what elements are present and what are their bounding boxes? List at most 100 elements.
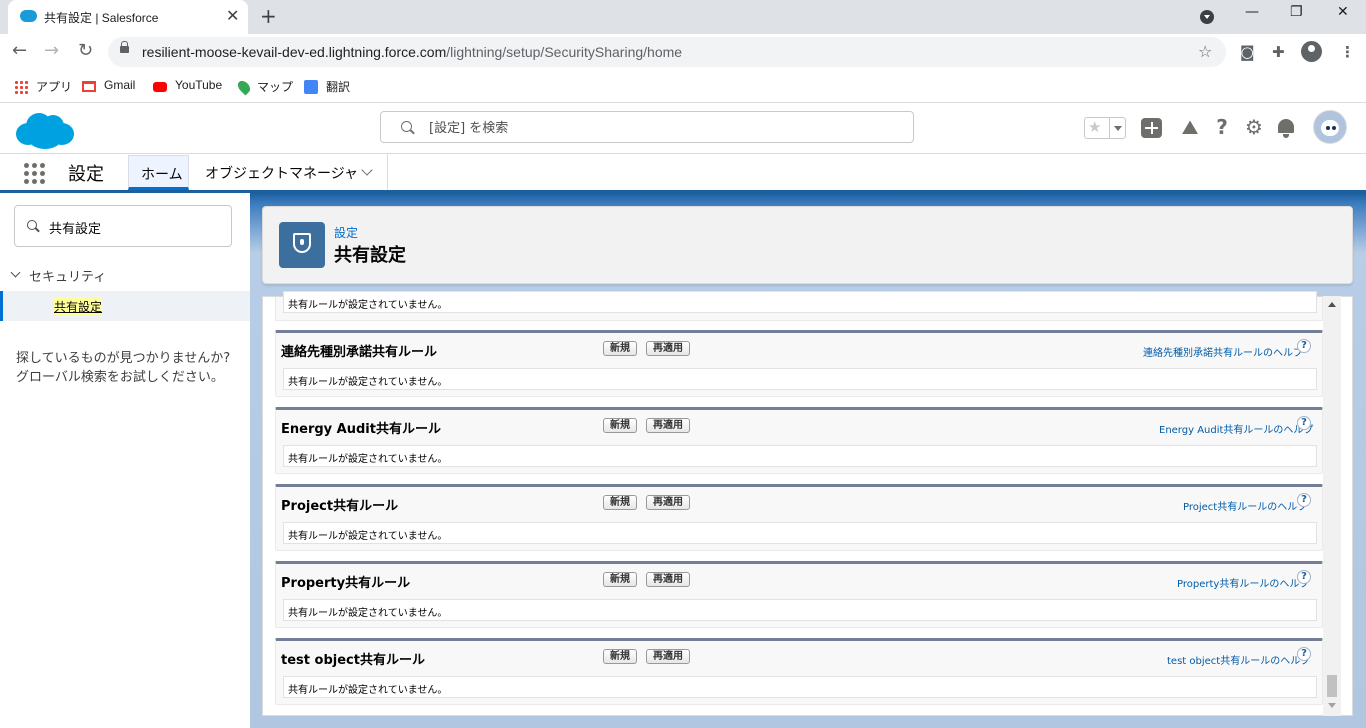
block-title: 連絡先種別承諾共有ルール — [281, 345, 438, 360]
help-question-icon[interactable]: ? — [1297, 416, 1311, 430]
block-title: Project共有ルール — [281, 499, 399, 514]
address-bar[interactable]: resilient-moose-kevail-dev-ed.lightning.… — [108, 37, 1226, 67]
youtube-icon — [153, 82, 167, 92]
extensions-puzzle-icon[interactable]: ✚ — [1272, 43, 1285, 61]
tree-item-label: 共有設定 — [54, 298, 103, 315]
tab-home-label: ホーム — [141, 167, 183, 183]
apps-grid-icon — [14, 80, 28, 94]
sharing-rule-block: 連絡先種別承諾共有ルール 新規 再適用 連絡先種別承諾共有ルールのヘルプ ? 共… — [275, 330, 1323, 397]
back-icon[interactable]: ← — [12, 41, 27, 61]
forward-icon[interactable]: → — [44, 41, 59, 61]
help-question-icon[interactable]: ? — [1297, 647, 1311, 661]
bookmark-star-icon[interactable]: ☆ — [1198, 42, 1212, 61]
favorites-star-icon[interactable]: ★ — [1088, 118, 1101, 136]
block-title: Property共有ルール — [281, 576, 411, 591]
bookmark-youtube[interactable]: YouTube — [153, 78, 222, 92]
tree-item-sharing-settings[interactable]: 共有設定 — [0, 291, 250, 321]
menu-kebab-icon[interactable]: ⋮ — [1340, 43, 1355, 61]
sharing-rule-block: Project共有ルール 新規 再適用 Project共有ルールのヘルプ ? 共… — [275, 484, 1323, 551]
chevron-down-icon[interactable] — [361, 164, 373, 176]
favorites-dropdown-icon[interactable] — [1109, 118, 1126, 138]
tab-object-manager[interactable]: オブジェクトマネージャ — [193, 154, 388, 190]
shield-icon — [279, 222, 325, 268]
empty-rules-row: 共有ルールが設定されていません。 — [283, 291, 1317, 313]
global-search[interactable] — [380, 111, 914, 143]
app-launcher-icon[interactable] — [24, 163, 46, 185]
chevron-down-icon — [10, 267, 21, 278]
reapply-button[interactable]: 再適用 — [646, 341, 690, 356]
reapply-button[interactable]: 再適用 — [646, 495, 690, 510]
translate-icon — [304, 80, 318, 94]
setup-gear-icon[interactable]: ⚙ — [1243, 116, 1265, 138]
salesforce-favicon-icon — [20, 10, 37, 22]
trailhead-icon[interactable]: ⛰ — [1179, 116, 1201, 138]
global-header: ★ ⛰ ? ⚙ — [0, 103, 1366, 154]
block-title: Energy Audit共有ルール — [281, 422, 441, 437]
breadcrumb[interactable]: 設定 — [334, 224, 358, 241]
bookmark-maps[interactable]: マップ — [235, 78, 293, 96]
profile-dropdown-icon[interactable] — [1200, 10, 1214, 24]
context-nav: 設定 ホーム オブジェクトマネージャ — [0, 154, 1366, 193]
new-rule-button[interactable]: 新規 — [603, 649, 637, 664]
new-rule-button[interactable]: 新規 — [603, 341, 637, 356]
lock-icon — [120, 41, 129, 53]
reapply-button[interactable]: 再適用 — [646, 649, 690, 664]
help-link[interactable]: 連絡先種別承諾共有ルールのヘルプ — [1143, 344, 1303, 359]
bookmark-translate[interactable]: 翻訳 — [304, 78, 350, 95]
new-tab-icon[interactable]: + — [260, 5, 277, 27]
tab-home[interactable]: ホーム — [128, 155, 189, 190]
search-icon — [401, 121, 412, 132]
empty-rules-row: 共有ルールが設定されていません。 — [283, 599, 1317, 621]
reapply-button[interactable]: 再適用 — [646, 418, 690, 433]
sharing-rule-block: Property共有ルール 新規 再適用 Property共有ルールのヘルプ ?… — [275, 561, 1323, 628]
url-text: resilient-moose-kevail-dev-ed.lightning.… — [142, 44, 683, 60]
favorites-button[interactable]: ★ — [1084, 117, 1126, 139]
help-link[interactable]: Property共有ルールのヘルプ — [1177, 575, 1309, 590]
scrollbar-thumb[interactable] — [1327, 675, 1337, 697]
new-rule-button[interactable]: 新規 — [603, 418, 637, 433]
bookmarks-bar: アプリ Gmail YouTube マップ 翻訳 — [0, 70, 1366, 103]
restore-icon[interactable]: ❐ — [1290, 4, 1303, 20]
camera-icon[interactable]: ◙ — [1240, 43, 1255, 61]
new-rule-button[interactable]: 新規 — [603, 572, 637, 587]
new-rule-button[interactable]: 新規 — [603, 495, 637, 510]
reload-icon[interactable]: ↻ — [78, 41, 93, 61]
empty-rules-row: 共有ルールが設定されていません。 — [283, 522, 1317, 544]
help-icon[interactable]: ? — [1211, 116, 1233, 138]
window-close-icon[interactable]: ✕ — [1337, 4, 1349, 20]
block-title: test object共有ルール — [281, 653, 425, 668]
help-question-icon[interactable]: ? — [1297, 570, 1311, 584]
browser-tab[interactable]: 共有設定 | Salesforce ✕ — [8, 0, 248, 34]
not-found-hint: 探しているものが見つかりませんか? グローバル検索をお試しください。 — [16, 351, 231, 385]
help-question-icon[interactable]: ? — [1297, 339, 1311, 353]
gmail-icon — [82, 81, 96, 92]
tree-section-security[interactable]: セキュリティ — [8, 266, 106, 285]
profile-avatar-icon[interactable] — [1301, 41, 1322, 62]
tab-title: 共有設定 | Salesforce — [44, 11, 159, 25]
quick-find-input[interactable] — [47, 217, 221, 237]
empty-rules-row: 共有ルールが設定されていません。 — [283, 368, 1317, 390]
empty-rules-row: 共有ルールが設定されていません。 — [283, 445, 1317, 467]
tab-close-icon[interactable]: ✕ — [226, 7, 239, 25]
help-link[interactable]: Project共有ルールのヘルプ — [1183, 498, 1307, 513]
content-scrollbar[interactable] — [1323, 296, 1341, 716]
global-actions-icon[interactable] — [1141, 118, 1162, 138]
global-search-input[interactable] — [427, 117, 891, 139]
minimize-icon[interactable]: — — [1245, 4, 1259, 20]
scroll-up-arrow-icon[interactable] — [1328, 302, 1336, 307]
empty-rules-row: 共有ルールが設定されていません。 — [283, 676, 1317, 698]
bookmark-apps[interactable]: アプリ — [14, 78, 72, 95]
bookmark-gmail[interactable]: Gmail — [82, 78, 135, 92]
help-link[interactable]: Energy Audit共有ルールのヘルプ — [1159, 421, 1313, 436]
salesforce-logo[interactable] — [16, 111, 74, 149]
sharing-rule-block-partial: 共有ルールが設定されていません。 — [275, 291, 1323, 321]
notifications-bell-icon[interactable] — [1278, 119, 1294, 138]
sharing-rule-block: Energy Audit共有ルール 新規 再適用 Energy Audit共有ル… — [275, 407, 1323, 474]
quick-find[interactable] — [14, 205, 232, 247]
scroll-down-arrow-icon[interactable] — [1328, 703, 1336, 708]
help-question-icon[interactable]: ? — [1297, 493, 1311, 507]
page-header: 設定 共有設定 — [262, 206, 1353, 284]
help-link[interactable]: test object共有ルールのヘルプ — [1167, 652, 1310, 667]
reapply-button[interactable]: 再適用 — [646, 572, 690, 587]
user-avatar[interactable] — [1313, 110, 1347, 144]
